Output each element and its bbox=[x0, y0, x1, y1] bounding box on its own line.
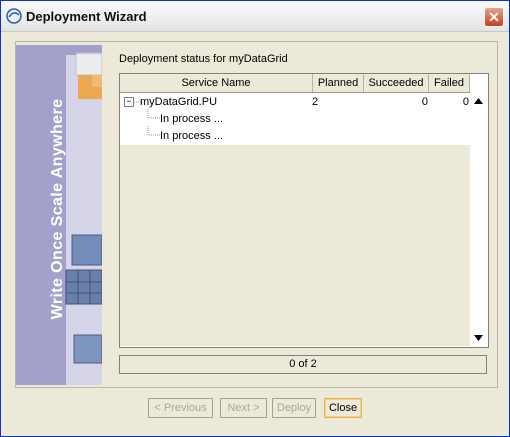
planned-cell: 2 bbox=[312, 96, 319, 108]
column-header-service-name[interactable]: Service Name bbox=[120, 74, 313, 92]
table-empty-area bbox=[120, 145, 470, 346]
service-instance-cell: In process ... bbox=[160, 113, 223, 125]
deployment-status-label: Deployment status for myDataGrid bbox=[119, 53, 288, 65]
close-icon: ✕ bbox=[488, 9, 500, 25]
scroll-up-icon[interactable] bbox=[472, 95, 485, 108]
previous-button[interactable]: < Previous bbox=[148, 398, 213, 418]
window-title: Deployment Wizard bbox=[26, 9, 147, 24]
column-header-succeeded[interactable]: Succeeded bbox=[364, 74, 429, 92]
table-row[interactable]: − myDataGrid.PU 2 0 0 bbox=[120, 93, 470, 110]
service-name-cell: myDataGrid.PU bbox=[140, 96, 218, 108]
column-header-failed[interactable]: Failed bbox=[429, 74, 470, 92]
tree-line-icon bbox=[147, 126, 160, 136]
side-banner: Write Once Scale Anywhere bbox=[16, 45, 102, 385]
table-header: Service Name Planned Succeeded Failed bbox=[120, 74, 470, 93]
vertical-scrollbar[interactable] bbox=[470, 93, 487, 346]
tree-line-icon bbox=[147, 109, 160, 119]
table-body: − myDataGrid.PU 2 0 0 In process ... In … bbox=[120, 93, 470, 145]
table-row[interactable]: In process ... bbox=[120, 126, 470, 144]
succeeded-cell: 0 bbox=[421, 96, 428, 108]
close-button[interactable]: Close bbox=[324, 398, 362, 418]
app-icon bbox=[6, 8, 22, 24]
window-close-button[interactable]: ✕ bbox=[484, 7, 504, 27]
deploy-button[interactable]: Deploy bbox=[272, 398, 316, 418]
deployment-table: Service Name Planned Succeeded Failed − … bbox=[119, 73, 489, 348]
banner-text: Write Once Scale Anywhere bbox=[49, 98, 66, 320]
deployment-wizard-window: Deployment Wizard ✕ Write Once Scale Any… bbox=[0, 0, 510, 437]
title-bar[interactable]: Deployment Wizard ✕ bbox=[1, 1, 509, 32]
service-instance-cell: In process ... bbox=[160, 130, 223, 142]
column-header-planned[interactable]: Planned bbox=[313, 74, 364, 92]
progress-text: 0 of 2 bbox=[289, 358, 317, 370]
table-row[interactable]: In process ... bbox=[120, 109, 470, 127]
scroll-down-icon[interactable] bbox=[472, 331, 485, 344]
collapse-icon[interactable]: − bbox=[124, 97, 134, 107]
failed-cell: 0 bbox=[462, 96, 469, 108]
progress-bar: 0 of 2 bbox=[119, 355, 487, 374]
next-button[interactable]: Next > bbox=[220, 398, 267, 418]
